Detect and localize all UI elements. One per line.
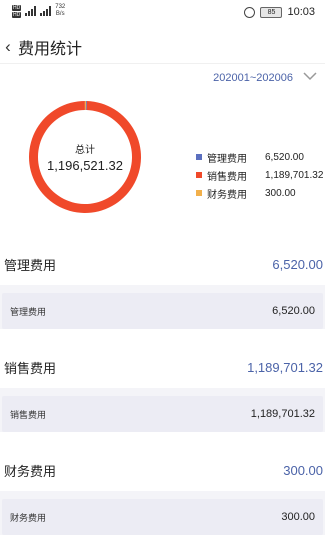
list-item-value: 300.00	[281, 511, 315, 523]
section-header: 财务费用 300.00	[0, 449, 325, 491]
legend-label: 财务费用	[207, 189, 247, 201]
clock: 10:03	[287, 6, 315, 18]
legend-item: 财务费用 300.00	[196, 184, 323, 202]
signal-icon-2	[40, 6, 52, 16]
list-item-label: 销售费用	[10, 409, 47, 420]
network-speed: 732 B/s	[55, 4, 65, 18]
section-sales: 销售费用 1,189,701.32 销售费用 1,189,701.32	[0, 346, 325, 432]
section-header: 销售费用 1,189,701.32	[0, 346, 325, 388]
legend-value: 300.00	[265, 187, 296, 199]
legend-label: 管理费用	[207, 153, 247, 165]
battery-level: 85	[267, 8, 276, 16]
hd-icon: HD HD	[12, 4, 22, 18]
legend-item: 管理费用 6,520.00	[196, 148, 323, 166]
section-total: 6,520.00	[272, 256, 323, 272]
list-item[interactable]: 财务费用 300.00	[2, 499, 323, 535]
status-bar: HD HD 732 B/s 85 10:03	[0, 0, 325, 26]
section-title: 财务费用	[4, 463, 57, 479]
section-total: 300.00	[283, 462, 323, 478]
donut-total-label: 总计	[75, 145, 95, 156]
section-total: 1,189,701.32	[247, 359, 323, 375]
status-left: HD HD 732 B/s	[12, 4, 65, 18]
date-range-selector[interactable]: 202001~202006	[213, 72, 293, 84]
battery-icon: 85	[260, 6, 283, 18]
legend-label: 销售费用	[207, 171, 247, 183]
back-icon[interactable]: ‹	[0, 32, 18, 62]
chevron-down-icon[interactable]	[303, 70, 317, 82]
section-title: 管理费用	[4, 257, 57, 273]
alarm-icon	[244, 6, 256, 18]
network-speed-unit: B/s	[55, 11, 65, 17]
section-finance: 财务费用 300.00 财务费用 300.00	[0, 449, 325, 535]
legend-swatch	[196, 154, 202, 160]
signal-icon	[25, 6, 37, 16]
legend-value: 6,520.00	[265, 151, 304, 163]
section-header: 管理费用 6,520.00	[0, 243, 325, 285]
page-title: 费用统计	[18, 40, 83, 58]
list-item[interactable]: 销售费用 1,189,701.32	[2, 396, 323, 432]
legend-value: 1,189,701.32	[265, 169, 324, 181]
status-right: 85 10:03	[244, 6, 315, 18]
app-header: ‹ 费用统计	[0, 30, 325, 64]
donut-total-value: 1,196,521.32	[47, 158, 123, 173]
legend-item: 销售费用 1,189,701.32	[196, 166, 323, 184]
section-management: 管理费用 6,520.00 管理费用 6,520.00	[0, 243, 325, 329]
list-item-label: 财务费用	[10, 512, 47, 523]
legend-swatch	[196, 190, 202, 196]
list-item[interactable]: 管理费用 6,520.00	[2, 293, 323, 329]
donut-center: 总计 1,196,521.32	[26, 98, 144, 216]
list-item-value: 6,520.00	[272, 305, 315, 317]
section-title: 销售费用	[4, 360, 57, 376]
legend-swatch	[196, 172, 202, 178]
list-item-label: 管理费用	[10, 306, 47, 317]
network-speed-value: 732	[55, 4, 66, 10]
chart-legend: 管理费用 6,520.00 销售费用 1,189,701.32 财务费用 300.00	[196, 148, 323, 202]
list-item-value: 1,189,701.32	[250, 408, 315, 420]
